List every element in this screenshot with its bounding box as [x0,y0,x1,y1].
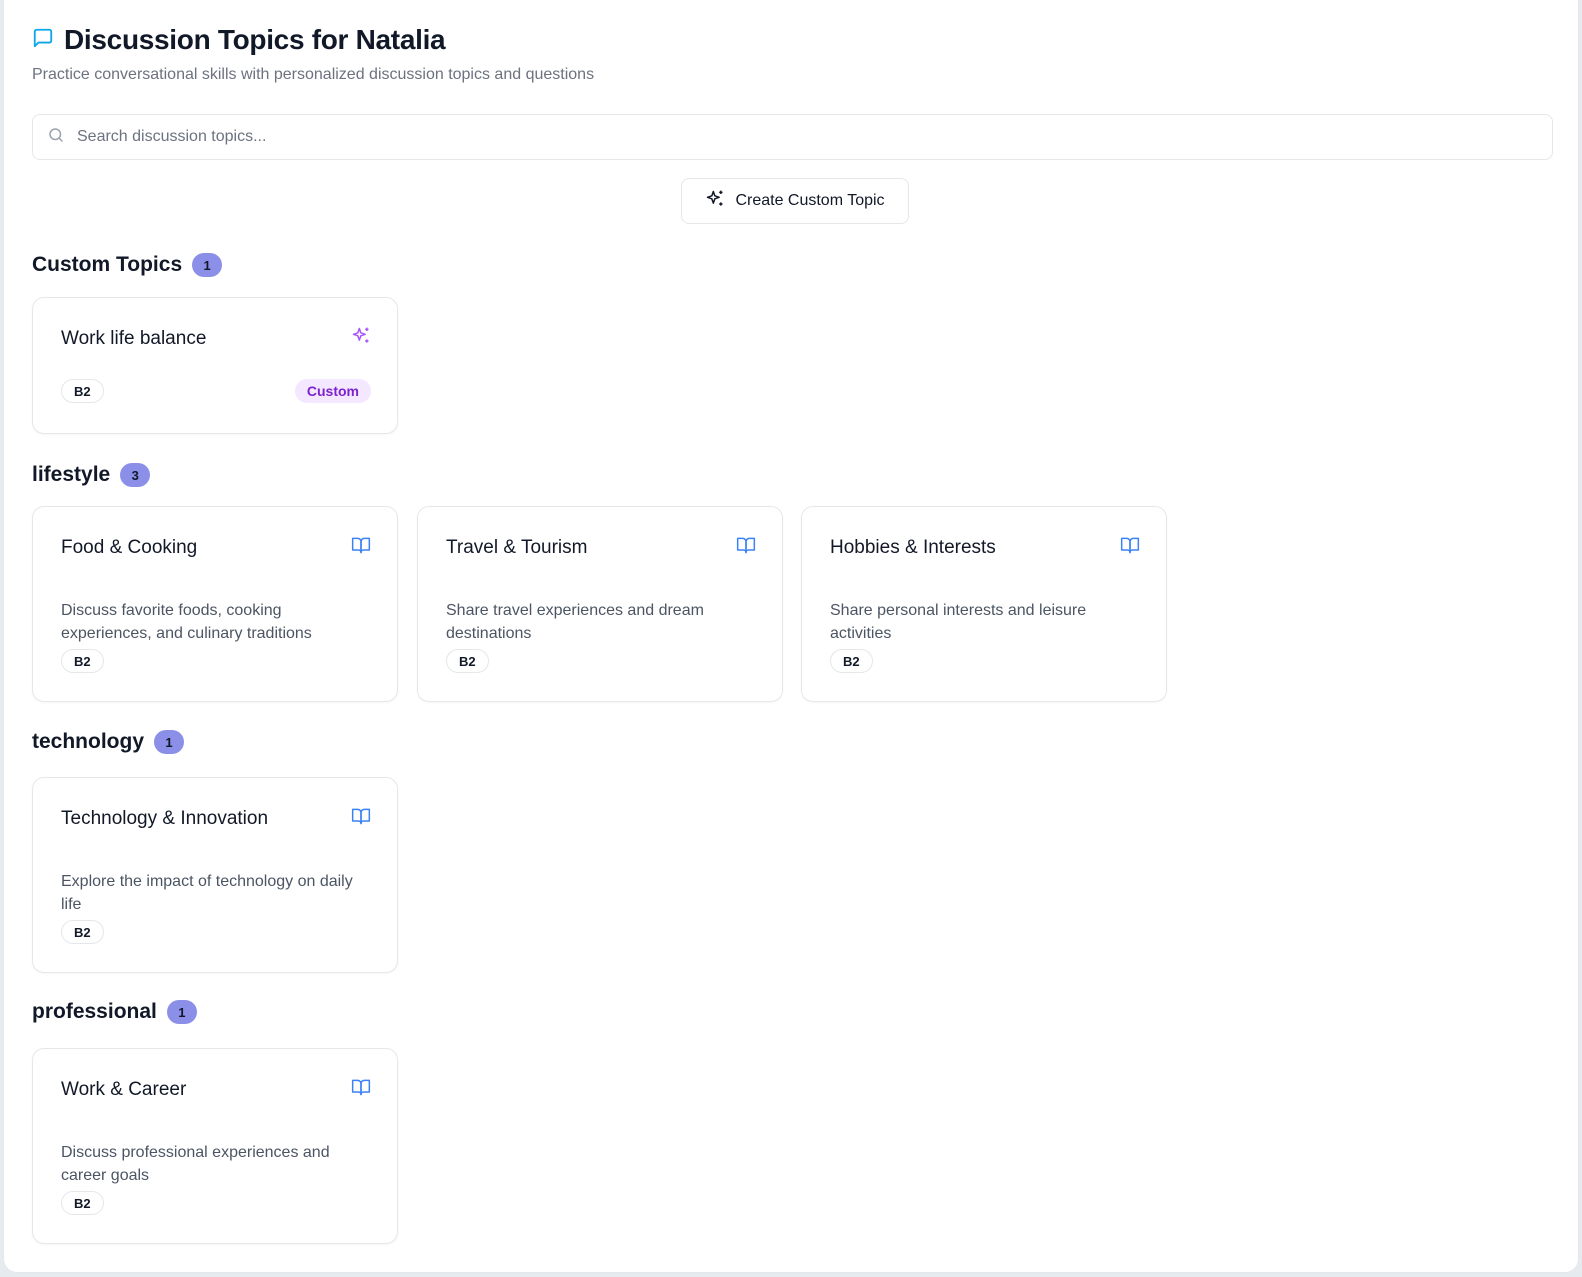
section-title: lifestyle [32,463,111,486]
section-count-badge: 1 [154,730,185,754]
level-badge: B2 [830,649,873,673]
search-bar [32,114,1553,160]
page-header: Discussion Topics for Natalia Practice c… [32,24,594,84]
section-professional: professional 1 [32,1000,197,1024]
card-title: Technology & Innovation [61,808,269,829]
card-title: Hobbies & Interests [830,537,996,558]
section-lifestyle: lifestyle 3 [32,463,151,487]
main-panel: Discussion Topics for Natalia Practice c… [3,0,1579,1273]
page-title: Discussion Topics for Natalia [64,24,446,55]
card-description: Share travel experiences and dream desti… [446,602,704,642]
card-title: Food & Cooking [61,537,198,558]
card-description: Share personal interests and leisure act… [830,602,1087,642]
section-title: Custom Topics [32,253,183,276]
topic-card-technology-innovation[interactable]: Technology & Innovation Explore the impa… [32,777,398,973]
custom-badge: Custom [294,379,371,403]
search-input[interactable] [77,128,1517,146]
topic-card-travel-tourism[interactable]: Travel & Tourism Share travel experience… [417,506,783,702]
book-icon [736,535,756,555]
level-badge: B2 [61,649,104,673]
book-icon [351,535,371,555]
create-custom-topic-label: Create Custom Topic [735,192,885,209]
title-row: Discussion Topics for Natalia [32,24,594,56]
sparkles-icon [351,326,371,346]
topic-card-hobbies-interests[interactable]: Hobbies & Interests Share personal inter… [801,506,1167,702]
level-badge: B2 [61,920,104,944]
book-icon [351,1077,371,1097]
page-subtitle: Practice conversational skills with pers… [32,66,595,83]
create-custom-topic-button[interactable]: Create Custom Topic [681,178,909,224]
section-count-badge: 1 [166,1000,197,1024]
section-title: technology [32,730,145,753]
sparkles-icon [705,189,725,214]
card-description: Explore the impact of technology on dail… [61,873,353,913]
card-description: Discuss professional experiences and car… [61,1144,330,1184]
topic-card-work-life-balance[interactable]: Work life balance B2 Custom [32,297,398,434]
search-icon [47,126,65,149]
card-description: Discuss favorite foods, cooking experien… [61,602,312,642]
section-technology: technology 1 [32,730,185,754]
section-title: professional [32,1000,157,1023]
message-icon [32,27,54,54]
section-custom-topics: Custom Topics 1 [32,253,223,277]
book-icon [1120,535,1140,555]
card-title: Travel & Tourism [446,537,588,558]
level-badge: B2 [61,1191,104,1215]
topic-card-work-career[interactable]: Work & Career Discuss professional exper… [32,1048,398,1244]
card-title: Work life balance [61,328,207,349]
section-count-badge: 1 [192,253,223,277]
topic-card-food-cooking[interactable]: Food & Cooking Discuss favorite foods, c… [32,506,398,702]
section-count-badge: 3 [120,463,151,487]
level-badge: B2 [446,649,489,673]
card-title: Work & Career [61,1079,187,1100]
book-icon [351,806,371,826]
level-badge: B2 [61,379,104,403]
